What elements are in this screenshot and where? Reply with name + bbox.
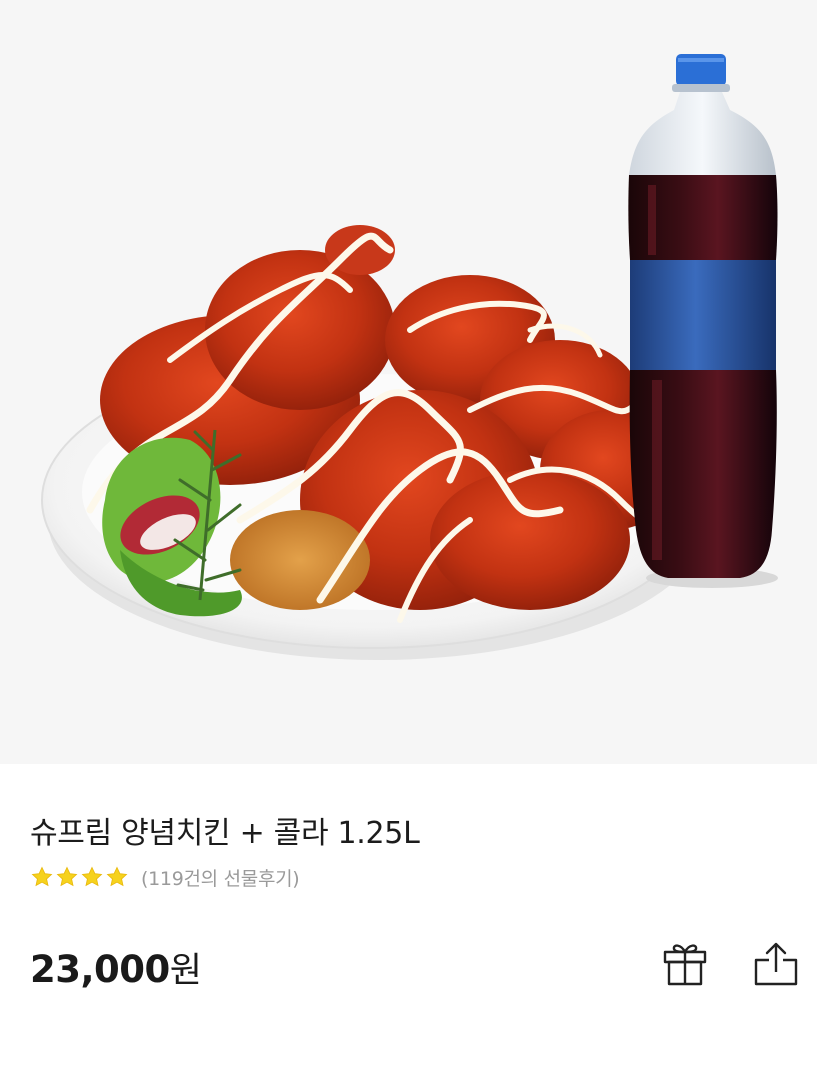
gift-button[interactable]: [661, 940, 709, 988]
star-icon: [106, 866, 128, 887]
price-unit: 원: [169, 951, 202, 991]
rating-row[interactable]: (119건의 선물후기): [30, 864, 300, 891]
gift-icon: [663, 944, 707, 986]
star-icon: [81, 866, 103, 887]
star-icon: [56, 866, 78, 887]
review-count-link[interactable]: (119건의 선물후기): [141, 864, 300, 891]
cola-bottle: [628, 54, 778, 588]
star-icon: [31, 866, 53, 887]
product-photo-illustration: [41, 54, 778, 660]
price-amount: 23,000: [30, 948, 170, 991]
product-image: [0, 0, 817, 764]
product-price: 23,000원: [30, 942, 202, 993]
product-info: 슈프림 양념치킨 + 콜라 1.25L (119건의 선물후기) 23,000원: [0, 764, 817, 1081]
product-title: 슈프림 양념치킨 + 콜라 1.25L: [30, 816, 420, 851]
star-rating: [30, 865, 129, 889]
share-icon: [754, 942, 798, 986]
share-button[interactable]: [752, 940, 800, 988]
